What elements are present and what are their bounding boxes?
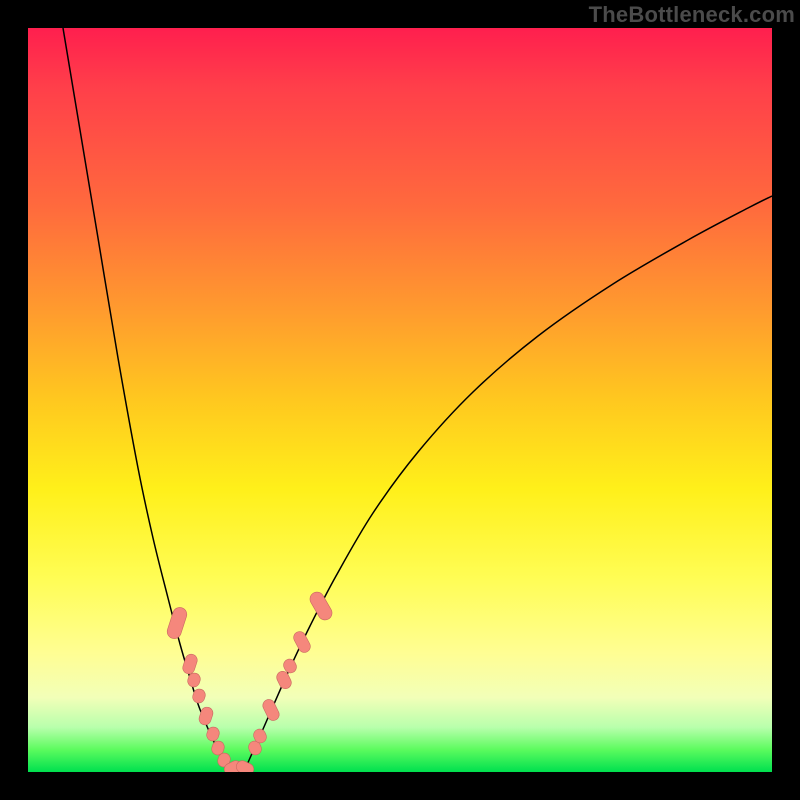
plot-area — [28, 28, 772, 772]
curve-left-branch — [63, 28, 232, 772]
watermark-text: TheBottleneck.com — [0, 2, 795, 28]
data-marker — [307, 590, 334, 623]
data-marker — [292, 629, 313, 654]
chart-svg — [28, 28, 772, 772]
chart-frame: TheBottleneck.com — [0, 0, 800, 800]
curve-right-branch — [244, 196, 772, 772]
data-marker — [165, 606, 188, 641]
marker-group — [165, 590, 334, 772]
data-marker — [261, 697, 281, 722]
